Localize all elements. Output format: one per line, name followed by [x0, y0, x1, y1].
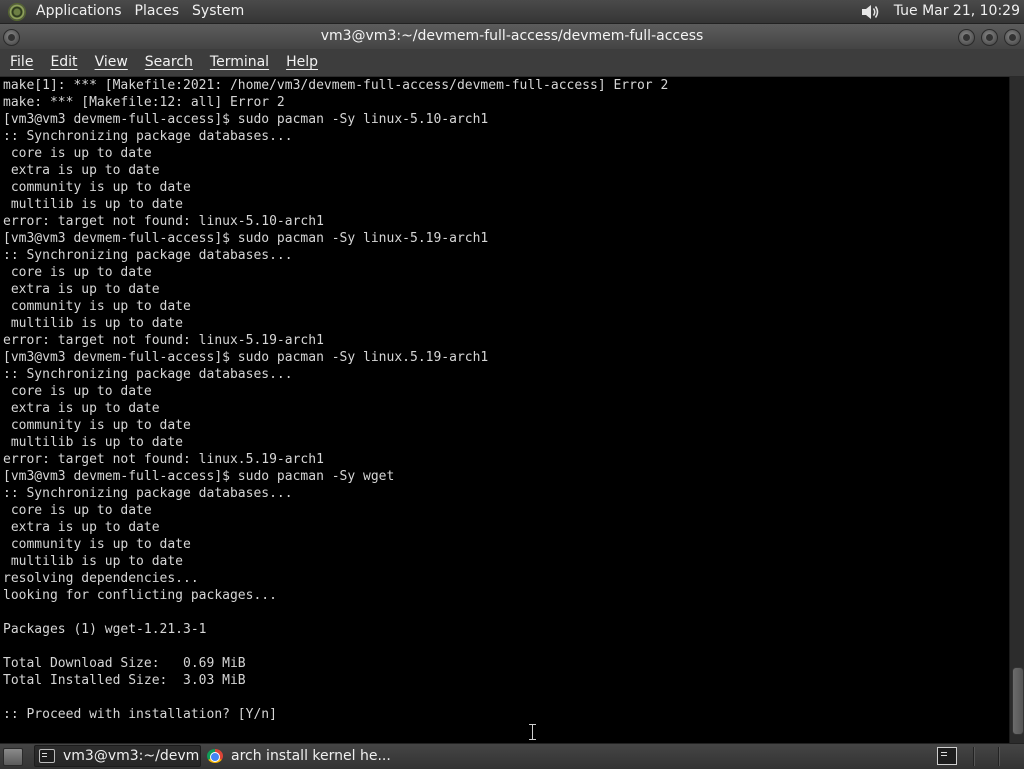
task-browser-label: arch install kernel he...	[231, 748, 391, 764]
terminal-line: :: Synchronizing package databases...	[3, 129, 293, 144]
tray-divider	[973, 747, 974, 766]
terminal-line: multilib is up to date	[3, 197, 184, 212]
terminal-line: core is up to date	[3, 503, 152, 518]
terminal-line: core is up to date	[3, 265, 152, 280]
volume-icon[interactable]	[860, 3, 882, 21]
scrollbar-thumb[interactable]	[1012, 667, 1024, 735]
terminal-line: error: target not found: linux.5.19-arch…	[3, 452, 324, 467]
distro-logo-icon[interactable]	[8, 2, 26, 21]
terminal-line: core is up to date	[3, 146, 152, 161]
terminal-line: extra is up to date	[3, 401, 160, 416]
task-browser[interactable]: arch install kernel he...	[203, 745, 403, 767]
places-menu[interactable]: Places	[131, 0, 189, 23]
menu-help[interactable]: Help	[276, 49, 325, 76]
tray-divider	[998, 747, 999, 766]
maximize-button[interactable]	[981, 29, 998, 46]
window-titlebar[interactable]: vm3@vm3:~/devmem-full-access/devmem-full…	[0, 24, 1024, 49]
terminal-line: error: target not found: linux-5.10-arch…	[3, 214, 324, 229]
terminal-line: Packages (1) wget-1.21.3-1	[3, 622, 207, 637]
terminal-line: make: *** [Makefile:12: all] Error 2	[3, 95, 285, 110]
menu-file[interactable]: File	[0, 49, 40, 76]
minimize-button[interactable]	[958, 29, 975, 46]
tray-terminal-icon[interactable]	[937, 747, 957, 765]
terminal-line: looking for conflicting packages...	[3, 588, 277, 603]
terminal-line: Total Installed Size: 3.03 MiB	[3, 673, 246, 688]
terminal-line: make[1]: *** [Makefile:2021: /home/vm3/d…	[3, 78, 669, 93]
terminal-line: community is up to date	[3, 537, 191, 552]
terminal-line: multilib is up to date	[3, 554, 184, 569]
terminal-line: [vm3@vm3 devmem-full-access]$ sudo pacma…	[3, 469, 395, 484]
terminal-line: :: Synchronizing package databases...	[3, 367, 293, 382]
bottom-panel: vm3@vm3:~/devme... arch install kernel h…	[0, 743, 1024, 769]
terminal-line: extra is up to date	[3, 163, 160, 178]
terminal-line: multilib is up to date	[3, 316, 184, 331]
top-panel: Applications Places System Tue Mar 21, 1…	[0, 0, 1024, 24]
terminal-line: error: target not found: linux-5.19-arch…	[3, 333, 324, 348]
window-title: vm3@vm3:~/devmem-full-access/devmem-full…	[320, 28, 704, 44]
terminal-output[interactable]: make[1]: *** [Makefile:2021: /home/vm3/d…	[0, 77, 1009, 743]
terminal-icon	[39, 749, 55, 763]
clock[interactable]: Tue Mar 21, 10:29	[894, 0, 1024, 23]
terminal-line: [vm3@vm3 devmem-full-access]$ sudo pacma…	[3, 350, 489, 365]
terminal-line: extra is up to date	[3, 520, 160, 535]
terminal-line: [vm3@vm3 devmem-full-access]$ sudo pacma…	[3, 112, 489, 127]
terminal-line: multilib is up to date	[3, 435, 184, 450]
terminal-line: :: Synchronizing package databases...	[3, 248, 293, 263]
show-desktop-icon[interactable]	[3, 748, 23, 766]
menubar: File Edit View Search Terminal Help	[0, 49, 1024, 77]
task-terminal-label: vm3@vm3:~/devme...	[63, 748, 200, 764]
terminal-line: :: Synchronizing package databases...	[3, 486, 293, 501]
terminal-line: resolving dependencies...	[3, 571, 199, 586]
terminal-line: core is up to date	[3, 384, 152, 399]
terminal-text: make[1]: *** [Makefile:2021: /home/vm3/d…	[0, 77, 1009, 723]
close-button[interactable]	[1004, 29, 1021, 46]
terminal-line: community is up to date	[3, 299, 191, 314]
menu-search[interactable]: Search	[135, 49, 200, 76]
terminal-scrollbar[interactable]	[1009, 77, 1024, 743]
task-terminal[interactable]: vm3@vm3:~/devme...	[34, 745, 201, 767]
terminal-line: community is up to date	[3, 180, 191, 195]
menu-edit[interactable]: Edit	[40, 49, 84, 76]
menu-terminal[interactable]: Terminal	[200, 49, 276, 76]
terminal-line: community is up to date	[3, 418, 191, 433]
system-menu[interactable]: System	[188, 0, 253, 23]
menu-view[interactable]: View	[85, 49, 135, 76]
applications-menu[interactable]: Applications	[32, 0, 131, 23]
mouse-ibeam-cursor	[528, 724, 537, 740]
terminal-line: :: Proceed with installation? [Y/n]	[3, 707, 277, 722]
chrome-icon	[207, 749, 223, 763]
terminal-line: [vm3@vm3 devmem-full-access]$ sudo pacma…	[3, 231, 489, 246]
terminal-line: extra is up to date	[3, 282, 160, 297]
terminal-line: Total Download Size: 0.69 MiB	[3, 656, 246, 671]
